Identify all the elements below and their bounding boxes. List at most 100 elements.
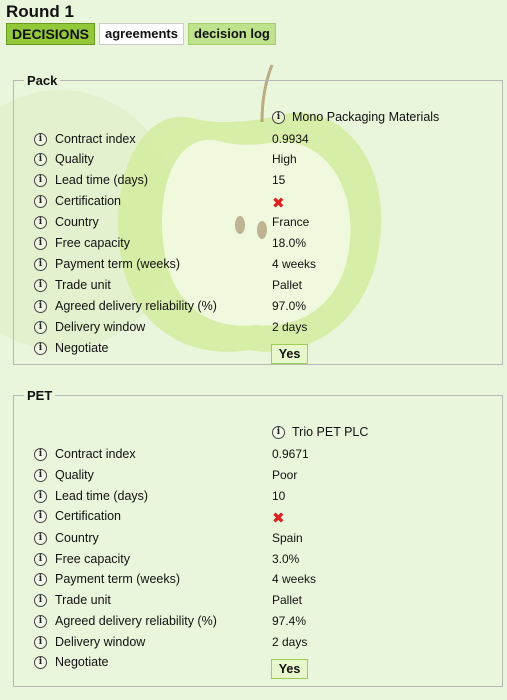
row-label: Free capacity [55,236,131,250]
info-icon[interactable]: i [34,615,47,628]
cross-icon: ✖ [272,194,285,212]
row-value: 3.0% [272,552,300,566]
info-icon[interactable]: i [34,216,47,229]
negotiate-yes-button[interactable]: Yes [271,659,308,679]
negotiate-yes-button[interactable]: Yes [271,344,308,364]
info-icon[interactable]: i [34,510,47,523]
row-lead-time: i Lead time (days) 15 [14,172,502,192]
info-icon[interactable]: i [34,553,47,566]
row-label: Certification [55,194,121,208]
row-value: 4 weeks [272,257,317,271]
tab-bar: DECISIONS agreements decision log [6,23,501,45]
row-payment-term: i Payment term (weeks) 4 weeks [14,256,502,276]
row-value: 0.9671 [272,447,309,461]
row-value: 4 weeks [272,572,317,586]
info-icon[interactable]: i [34,195,47,208]
info-icon[interactable]: i [34,153,47,166]
supplier-name: Trio PET PLC [292,425,369,439]
info-icon[interactable]: i [34,279,47,292]
info-icon[interactable]: i [34,133,47,146]
row-label: Trade unit [55,593,111,607]
row-label: Delivery window [55,635,146,649]
row-free-capacity: i Free capacity 18.0% [14,235,502,255]
info-icon[interactable]: i [34,448,47,461]
row-value: 18.0% [272,236,307,250]
row-value: 2 days [272,320,308,334]
row-value: 97.4% [272,614,307,628]
row-label: Lead time (days) [55,489,149,503]
row-delivery-reliability: i Agreed delivery reliability (%) 97.4% [14,613,502,633]
row-delivery-window: i Delivery window 2 days [14,319,502,339]
row-delivery-window: i Delivery window 2 days [14,634,502,654]
row-value: 10 [272,489,286,503]
row-delivery-reliability: i Agreed delivery reliability (%) 97.0% [14,298,502,318]
row-label: Trade unit [55,278,111,292]
row-certification: i Certification ✖ [14,193,502,213]
info-icon[interactable]: i [34,594,47,607]
row-label: Country [55,215,99,229]
info-icon[interactable]: i [34,237,47,250]
row-label: Contract index [55,447,136,461]
info-icon[interactable]: i [34,532,47,545]
row-label: Certification [55,509,121,523]
row-country: i Country France [14,214,502,234]
row-negotiate: i Negotiate [14,340,502,360]
row-value: Pallet [272,278,303,292]
info-icon[interactable]: i [34,469,47,482]
row-value: France [272,215,310,229]
header: Round 1 DECISIONS agreements decision lo… [0,0,507,45]
row-free-capacity: i Free capacity 3.0% [14,551,502,571]
info-icon[interactable]: i [34,636,47,649]
tab-decisions[interactable]: DECISIONS [6,23,96,45]
row-value: 15 [272,173,286,187]
row-label: Payment term (weeks) [55,257,181,271]
row-contract-index: i Contract index 0.9934 [14,131,502,151]
row-label: Contract index [55,132,136,146]
row-value: Spain [272,531,303,545]
section-title: Pack [27,73,58,88]
info-icon[interactable]: i [34,573,47,586]
row-certification: i Certification ✖ [14,508,502,528]
row-label: Country [55,531,99,545]
row-contract-index: i Contract index 0.9671 [14,446,502,466]
row-label: Delivery window [55,320,146,334]
row-label: Agreed delivery reliability (%) [55,614,217,628]
section-title: PET [27,388,53,403]
info-icon[interactable]: i [34,258,47,271]
row-label: Payment term (weeks) [55,572,181,586]
cross-icon: ✖ [272,509,285,527]
row-quality: i Quality Poor [14,467,502,487]
section-pack: Pack i Mono Packaging Materials i Contra… [13,73,503,365]
row-label: Negotiate [55,655,109,669]
row-label: Lead time (days) [55,173,149,187]
row-label: Free capacity [55,552,131,566]
supplier-name: Mono Packaging Materials [292,110,440,124]
row-label: Agreed delivery reliability (%) [55,299,217,313]
round-title: Round 1 [6,2,74,21]
row-quality: i Quality High [14,151,502,171]
row-value: Pallet [272,593,303,607]
row-lead-time: i Lead time (days) 10 [14,488,502,508]
row-value: High [272,152,297,166]
info-icon[interactable]: i [34,321,47,334]
info-icon[interactable]: i [34,342,47,355]
row-value: 0.9934 [272,132,309,146]
row-value: Poor [272,468,298,482]
row-value: 2 days [272,635,308,649]
row-label: Quality [55,152,94,166]
section-pet: PET i Trio PET PLC i Contract index 0.96… [13,388,503,687]
row-trade-unit: i Trade unit Pallet [14,592,502,612]
tab-decision-log[interactable]: decision log [188,23,276,45]
info-icon[interactable]: i [272,426,285,439]
row-negotiate: i Negotiate [14,654,502,674]
info-icon[interactable]: i [34,656,47,669]
info-icon[interactable]: i [272,111,285,124]
row-country: i Country Spain [14,530,502,550]
info-icon[interactable]: i [34,490,47,503]
tab-agreements[interactable]: agreements [99,23,184,45]
row-label: Negotiate [55,341,109,355]
info-icon[interactable]: i [34,174,47,187]
info-icon[interactable]: i [34,300,47,313]
row-label: Quality [55,468,94,482]
row-payment-term: i Payment term (weeks) 4 weeks [14,571,502,591]
